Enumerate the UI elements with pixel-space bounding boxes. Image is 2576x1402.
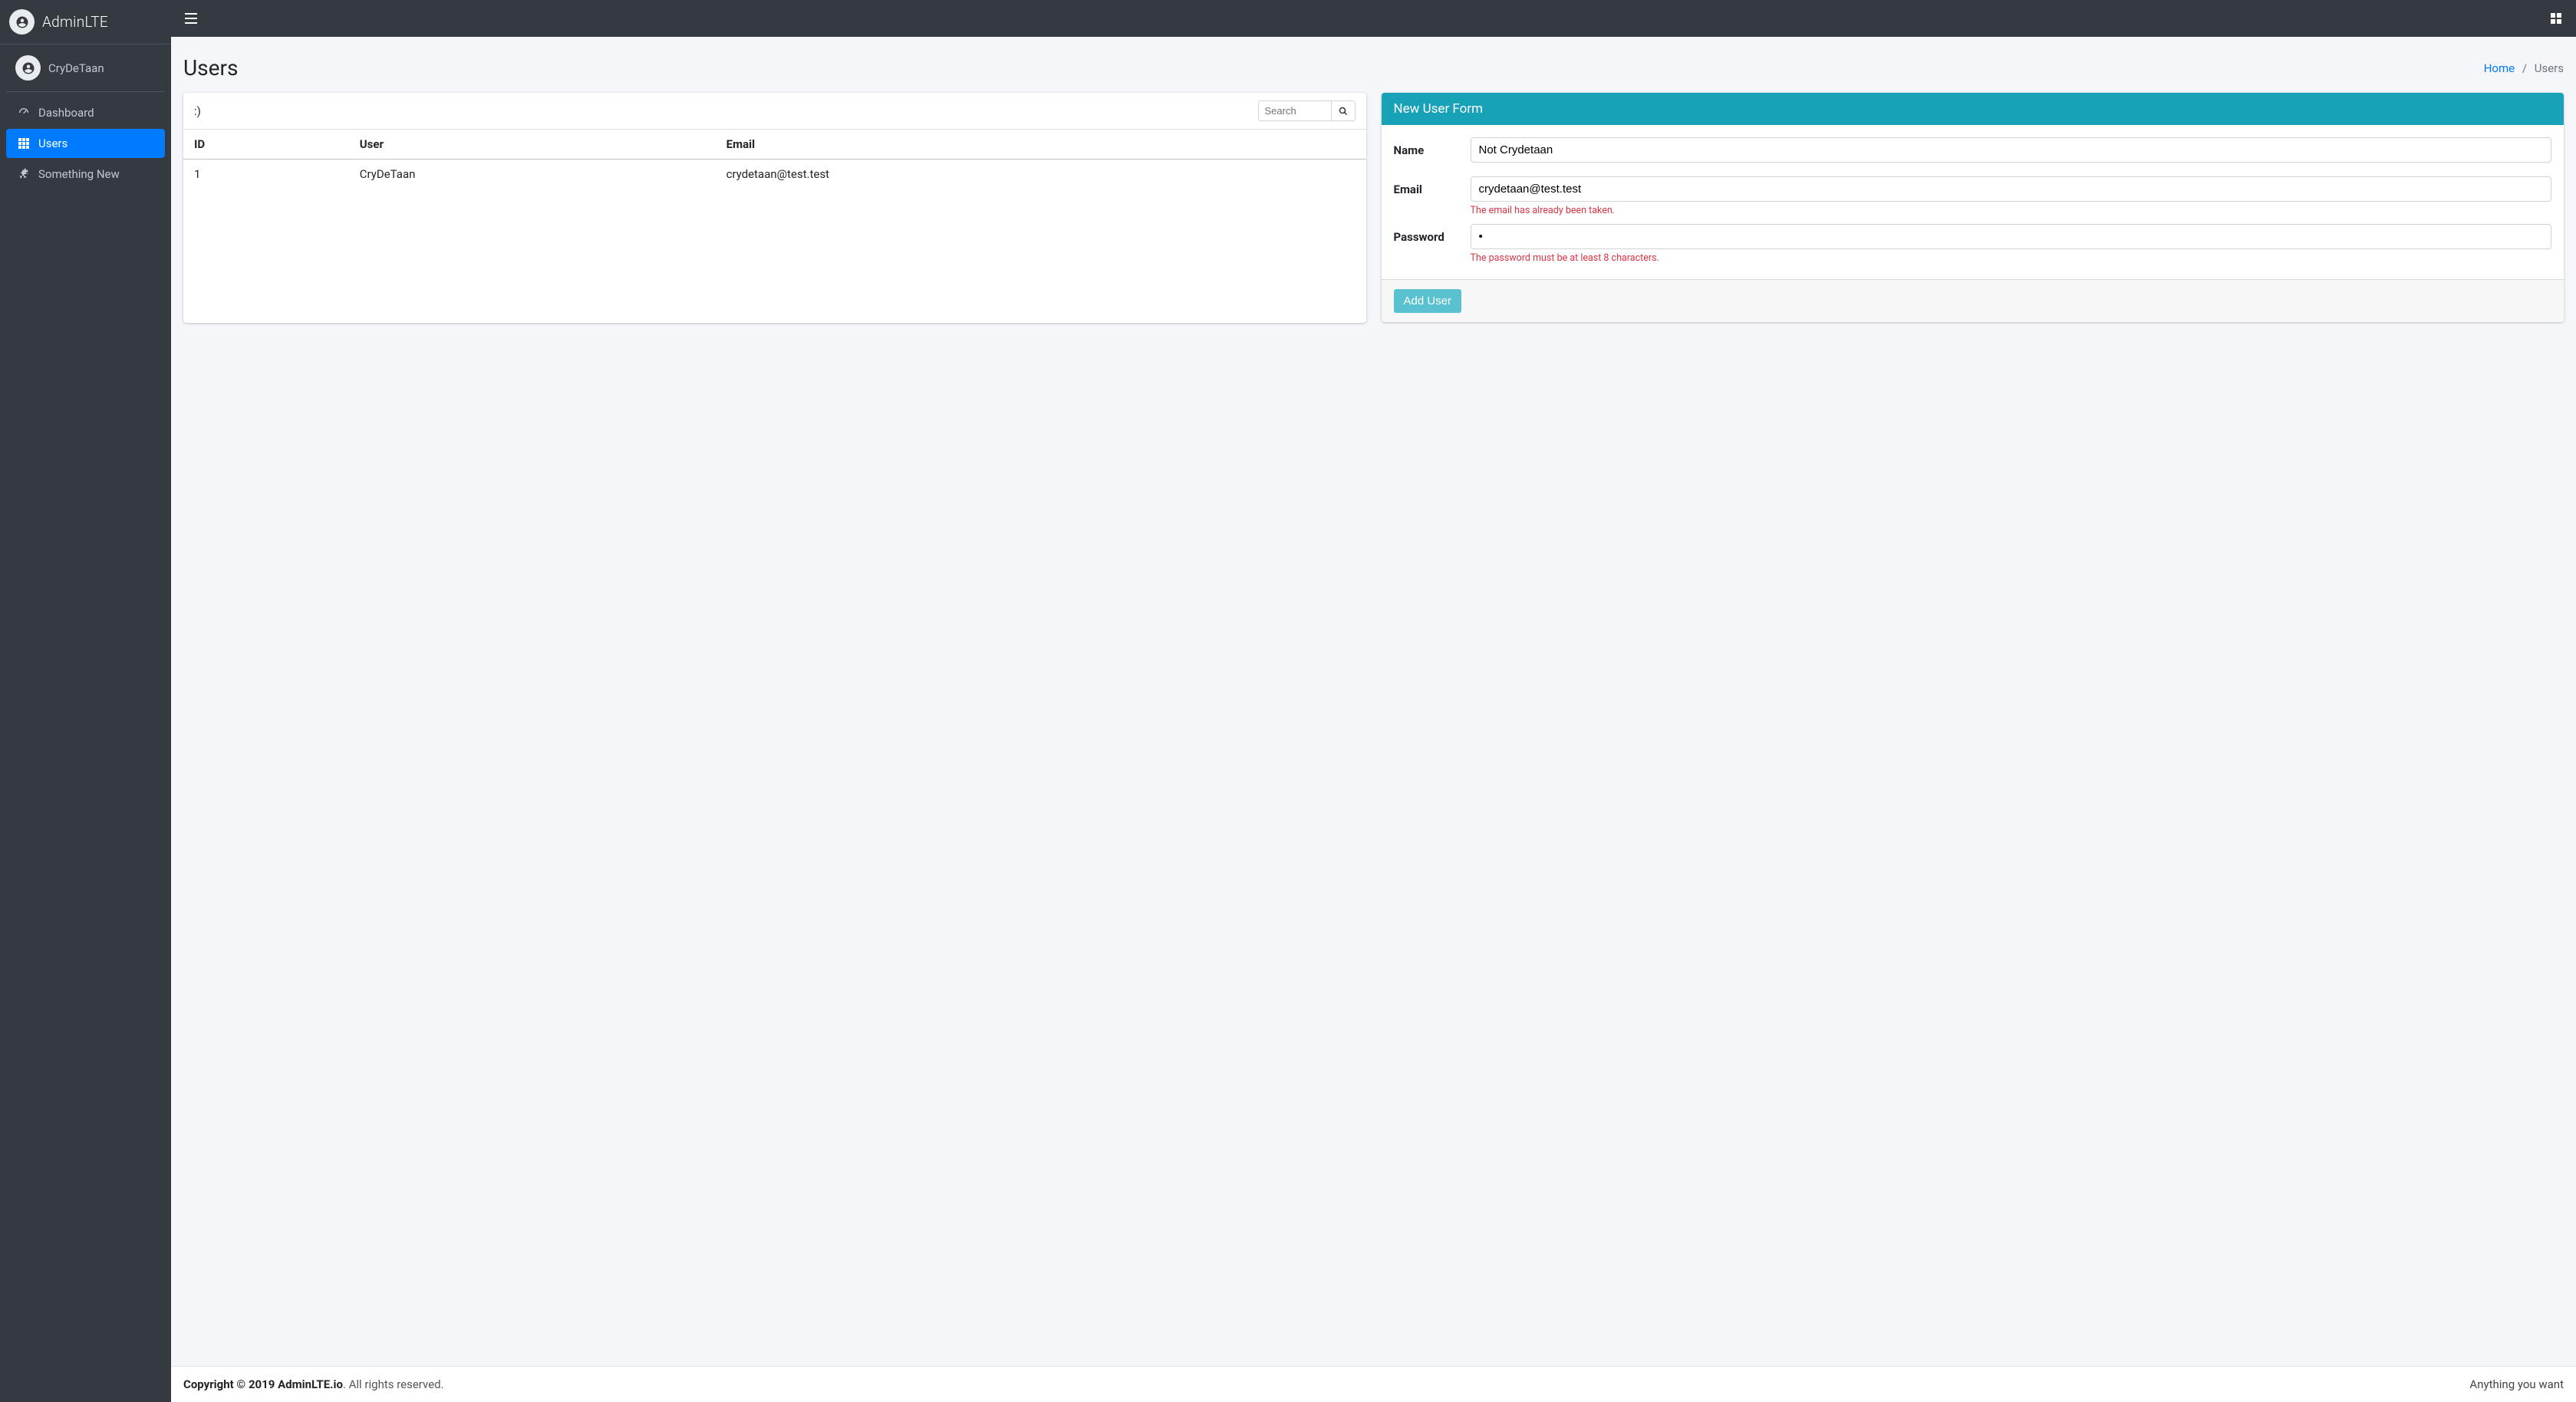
- name-input[interactable]: [1471, 137, 2552, 163]
- sidebar-item-dashboard[interactable]: Dashboard: [6, 98, 165, 127]
- brand-name: AdminLTE: [42, 13, 108, 31]
- add-user-button[interactable]: Add User: [1394, 289, 1462, 313]
- table-row: 1 CryDeTaan crydetaan@test.test: [183, 160, 1366, 189]
- search-input[interactable]: [1258, 100, 1331, 121]
- search-button[interactable]: [1331, 100, 1356, 121]
- email-input[interactable]: [1471, 176, 2552, 202]
- breadcrumb-home-link[interactable]: Home: [2484, 61, 2515, 75]
- topbar: [171, 0, 2576, 37]
- col-user: User: [349, 130, 716, 160]
- footer-right-text: Anything you want: [2469, 1377, 2564, 1391]
- sidebar-item-label: Dashboard: [38, 106, 94, 120]
- email-label: Email: [1394, 176, 1471, 196]
- col-id: ID: [183, 130, 349, 160]
- brand-link[interactable]: AdminLTE: [0, 0, 171, 44]
- menu-toggle-icon[interactable]: [183, 11, 199, 26]
- col-email: Email: [716, 130, 1366, 160]
- footer: Copyright © 2019 AdminLTE.io. All rights…: [171, 1366, 2576, 1402]
- brand-logo-icon: [9, 9, 35, 35]
- users-card-title: :): [194, 104, 201, 118]
- password-input[interactable]: [1471, 224, 2552, 249]
- form-card-title: New User Form: [1382, 93, 2564, 125]
- footer-copyright-bold: Copyright © 2019 AdminLTE.io: [183, 1377, 343, 1391]
- users-table: ID User Email 1 CryDeTaan crydetaan@test…: [183, 130, 1366, 189]
- content: Users Home / Users :): [171, 44, 2576, 1402]
- sidebar-item-label: Something New: [38, 167, 120, 181]
- breadcrumb-separator: /: [2522, 61, 2527, 75]
- footer-copyright-rest: . All rights reserved.: [343, 1377, 444, 1391]
- puzzle-icon: [15, 167, 32, 181]
- grid-th-icon: [15, 137, 32, 150]
- breadcrumb-current: Users: [2535, 61, 2564, 75]
- avatar-icon: [15, 55, 41, 81]
- page-title: Users: [183, 55, 238, 81]
- users-card: :) ID User: [183, 93, 1366, 323]
- sidebar: AdminLTE: [0, 0, 171, 44]
- email-error: The email has already been taken.: [1471, 205, 2552, 216]
- cell-email: crydetaan@test.test: [716, 160, 1366, 189]
- content-header: Users Home / Users: [171, 44, 2576, 87]
- password-label: Password: [1394, 224, 1471, 244]
- sidebar-nav: CryDeTaan Dashboard Users: [0, 44, 171, 1402]
- username: CryDeTaan: [48, 61, 104, 75]
- dashboard-icon: [15, 106, 32, 120]
- cell-id: 1: [183, 160, 349, 189]
- search-icon: [1339, 107, 1348, 116]
- cell-user: CryDeTaan: [349, 160, 716, 189]
- sidebar-item-label: Users: [38, 137, 68, 150]
- password-error: The password must be at least 8 characte…: [1471, 252, 2552, 264]
- grid-icon[interactable]: [2548, 11, 2564, 26]
- user-panel[interactable]: CryDeTaan: [6, 44, 165, 92]
- breadcrumb: Home / Users: [2484, 61, 2564, 75]
- name-label: Name: [1394, 137, 1471, 157]
- sidebar-item-users[interactable]: Users: [6, 129, 165, 158]
- new-user-form-card: New User Form Name Email: [1382, 93, 2564, 322]
- sidebar-item-something-new[interactable]: Something New: [6, 160, 165, 189]
